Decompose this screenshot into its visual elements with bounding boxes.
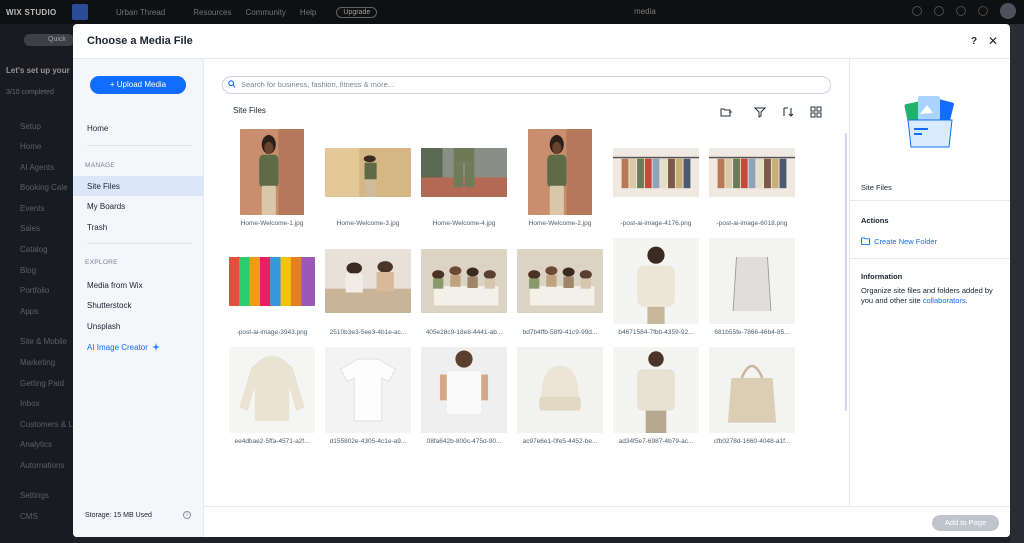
media-file-name: ee4dbae2-5ffa-4571-a2f...: [234, 438, 310, 445]
media-thumbnail[interactable]: [421, 347, 507, 433]
media-thumbnail[interactable]: [528, 129, 592, 215]
media-grid: Home-Welcome-1.jpg Home-Welcome-3.jpg Home…: [204, 125, 849, 505]
media-thumbnail[interactable]: [421, 249, 507, 313]
media-file-name: Home-Welcome-1.jpg: [240, 220, 304, 227]
sort-icon[interactable]: [782, 106, 794, 118]
media-file-name: b4671584-7fbb-4359-92...: [618, 329, 694, 336]
folder-title: Site Files: [861, 183, 892, 192]
sidebar-item-home[interactable]: Home: [87, 124, 108, 133]
media-picker-modal: Choose a Media File ? ✕ + Upload Media H…: [73, 24, 1010, 537]
media-thumbnail[interactable]: [325, 147, 411, 197]
create-new-folder-label: Create New Folder: [874, 237, 938, 246]
ai-image-creator-label: AI Image Creator: [87, 343, 148, 352]
media-sidebar: + Upload Media Home MANAGE Site Files My…: [73, 59, 204, 537]
information-heading: Information: [861, 272, 903, 281]
media-file-name: bd7b4ffb-58f9-41c9-99d...: [522, 329, 598, 336]
media-file-name: 405e28c9-18e8-4441-ab...: [425, 329, 503, 336]
media-thumbnail[interactable]: [229, 347, 315, 433]
sparkle-icon: [152, 343, 161, 351]
media-thumbnail[interactable]: [709, 347, 795, 433]
breadcrumb: Site Files: [233, 106, 266, 115]
media-file-name: Home-Welcome-3.jpg: [336, 220, 400, 227]
info-icon[interactable]: i: [183, 511, 191, 519]
media-search-input[interactable]: Search for business, fashion, fitness & …: [222, 76, 831, 94]
info-panel: Site Files Actions Create New Folder Inf…: [849, 59, 1010, 506]
sidebar-item-shutterstock[interactable]: Shutterstock: [87, 301, 131, 310]
upload-media-button[interactable]: + Upload Media: [90, 76, 186, 94]
help-icon[interactable]: ?: [971, 36, 977, 47]
explore-section-label: EXPLORE: [85, 259, 118, 266]
media-thumbnail[interactable]: [240, 129, 304, 215]
divider: [87, 243, 192, 244]
sidebar-item-trash[interactable]: Trash: [87, 223, 107, 232]
filter-icon[interactable]: [754, 106, 766, 118]
media-file-name: Home-Welcome-2.jpg: [528, 220, 592, 227]
sidebar-item-ai-image-creator[interactable]: AI Image Creator: [87, 343, 161, 352]
media-thumbnail[interactable]: [229, 256, 315, 306]
sidebar-item-unsplash[interactable]: Unsplash: [87, 322, 120, 331]
folder-plus-icon: [861, 237, 870, 245]
divider: [850, 258, 1010, 259]
collaborators-link[interactable]: collaborators: [923, 296, 966, 305]
divider: [850, 200, 1010, 201]
media-file-name: ad34f5e7-6987-4b79-ac...: [618, 438, 694, 445]
media-file-name: 08fa642b-800c-475d-90...: [426, 438, 502, 445]
media-thumbnail[interactable]: [421, 147, 507, 197]
add-to-page-button[interactable]: Add to Page: [932, 515, 999, 531]
modal-header: Choose a Media File ? ✕: [73, 24, 1010, 59]
grid-view-icon[interactable]: [810, 106, 822, 118]
media-file-name: cfb0278d-1660-4048-a1f...: [713, 438, 791, 445]
new-folder-icon[interactable]: [720, 106, 732, 118]
media-thumbnail[interactable]: [613, 238, 699, 324]
media-file-name: Home-Welcome-4.jpg: [432, 220, 496, 227]
media-thumbnail[interactable]: [517, 249, 603, 313]
media-file-name: -post-ai-image-4176.png: [620, 220, 692, 227]
sidebar-item-media-from-wix[interactable]: Media from Wix: [87, 281, 143, 290]
media-thumbnail[interactable]: [325, 249, 411, 313]
create-new-folder-link[interactable]: Create New Folder: [861, 237, 937, 246]
information-text: Organize site files and folders added by…: [861, 286, 1006, 306]
sidebar-item-my-boards[interactable]: My Boards: [87, 202, 125, 211]
media-thumbnail[interactable]: [709, 147, 795, 197]
media-file-name: -post-ai-image-6018.png: [716, 220, 788, 227]
divider: [87, 145, 192, 146]
search-icon: [228, 80, 236, 88]
media-thumbnail[interactable]: [325, 347, 411, 433]
media-thumbnail[interactable]: [613, 347, 699, 433]
media-thumbnail[interactable]: [517, 347, 603, 433]
media-file-name: 681b55fe-7866-46b4-85...: [714, 329, 790, 336]
information-period: .: [965, 296, 968, 305]
media-file-name: d155802e-4305-4c1e-a9...: [329, 438, 407, 445]
close-icon[interactable]: ✕: [988, 34, 998, 48]
storage-usage: Storage: 15 MB Used: [85, 512, 152, 519]
media-thumbnail[interactable]: [613, 147, 699, 197]
manage-section-label: MANAGE: [85, 162, 115, 169]
media-file-name: ac97e6e1-0fe5-4452-be...: [522, 438, 598, 445]
search-placeholder: Search for business, fashion, fitness & …: [241, 80, 394, 89]
media-thumbnail[interactable]: [709, 238, 795, 324]
sidebar-item-site-files[interactable]: Site Files: [87, 182, 120, 191]
media-file-name: -post-ai-image-3943.png: [236, 329, 308, 336]
grid-scrollbar[interactable]: [845, 133, 847, 411]
actions-heading: Actions: [861, 216, 889, 225]
media-file-name: 2510b3e3-5ee3-4b1e-ac...: [329, 329, 407, 336]
modal-title: Choose a Media File: [87, 35, 193, 47]
modal-footer: Add to Page: [204, 506, 1010, 537]
folder-illustration-icon: [904, 96, 954, 148]
